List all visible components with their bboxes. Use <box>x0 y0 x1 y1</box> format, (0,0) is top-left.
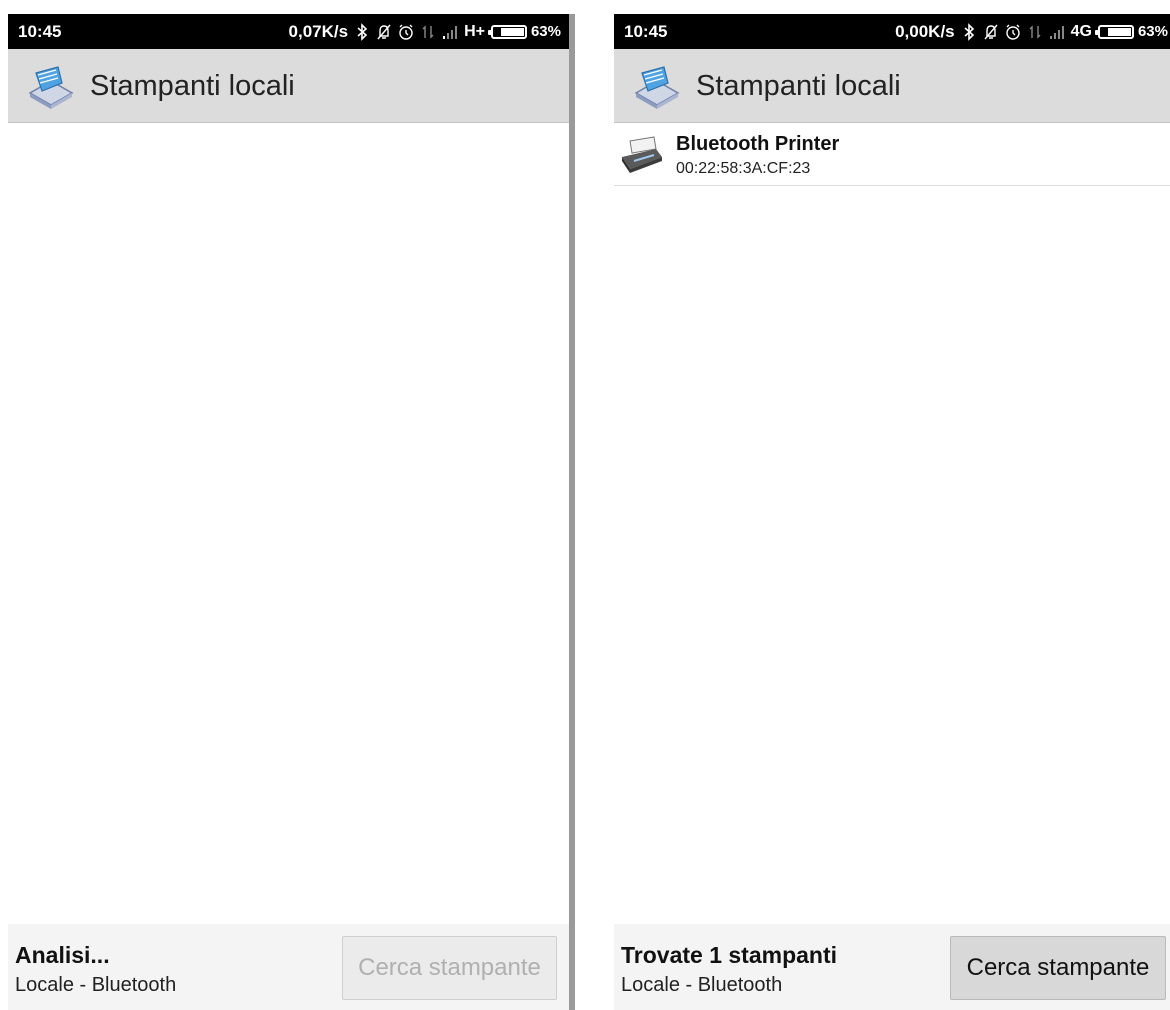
signal-icon <box>1049 23 1065 41</box>
page-title: Stampanti locali <box>696 70 901 102</box>
battery-percent: 63% <box>530 23 561 40</box>
bluetooth-icon <box>961 22 977 41</box>
status-time: 10:45 <box>624 22 668 41</box>
printer-icon <box>620 135 664 175</box>
status-bar: 10:45 0,00K/s 4G 63% <box>614 14 1170 49</box>
screen-divider <box>569 14 575 1010</box>
printer-app-icon <box>26 65 76 109</box>
data-transfer-icon <box>420 23 436 41</box>
network-speed: 0,00K/s <box>895 21 955 41</box>
search-printer-button: Cerca stampante <box>342 936 557 1000</box>
notifications-off-icon <box>983 23 999 41</box>
scan-subtitle: Locale - Bluetooth <box>15 974 177 996</box>
status-time: 10:45 <box>18 22 62 41</box>
action-bar: Stampanti locali <box>8 49 569 123</box>
scan-status: Analisi... <box>15 942 110 968</box>
status-bar: 10:45 0,07K/s H+ 63% <box>8 14 569 49</box>
printer-list: Bluetooth Printer 00:22:58:3A:CF:23 <box>614 123 1170 924</box>
phone-screen-scanning: 10:45 0,07K/s H+ 63% Stampanti locali An… <box>8 14 569 1010</box>
phone-screen-found: 10:45 0,00K/s 4G 63% Stampanti locali Bl… <box>614 14 1170 1010</box>
printer-list-item[interactable]: Bluetooth Printer 00:22:58:3A:CF:23 <box>614 123 1170 186</box>
footer-bar: Analisi... Locale - Bluetooth Cerca stam… <box>8 924 569 1010</box>
search-printer-button[interactable]: Cerca stampante <box>950 936 1166 1000</box>
footer-bar: Trovate 1 stampanti Locale - Bluetooth C… <box>614 924 1170 1010</box>
status-indicators: 0,00K/s 4G 63% <box>895 14 1168 49</box>
alarm-icon <box>398 23 414 41</box>
status-indicators: 0,07K/s H+ 63% <box>289 14 561 49</box>
printer-name: Bluetooth Printer <box>676 133 840 155</box>
battery-percent: 63% <box>1137 23 1168 40</box>
screenshot-canvas: 10:45 0,07K/s H+ 63% Stampanti locali An… <box>0 0 1170 1010</box>
printer-app-icon <box>632 65 682 109</box>
printer-address: 00:22:58:3A:CF:23 <box>676 160 811 177</box>
notifications-off-icon <box>376 23 392 41</box>
printer-list <box>8 123 569 924</box>
page-title: Stampanti locali <box>90 70 295 102</box>
scan-subtitle: Locale - Bluetooth <box>621 974 783 996</box>
signal-icon <box>442 23 458 41</box>
network-type: H+ <box>464 22 485 40</box>
action-bar: Stampanti locali <box>614 49 1170 123</box>
bluetooth-icon <box>354 22 370 41</box>
battery-icon: 63% <box>1094 23 1168 40</box>
alarm-icon <box>1005 23 1021 41</box>
data-transfer-icon <box>1027 23 1043 41</box>
battery-icon: 63% <box>487 23 561 40</box>
network-type: 4G <box>1070 22 1092 40</box>
scan-status: Trovate 1 stampanti <box>621 942 838 968</box>
network-speed: 0,07K/s <box>288 21 349 41</box>
